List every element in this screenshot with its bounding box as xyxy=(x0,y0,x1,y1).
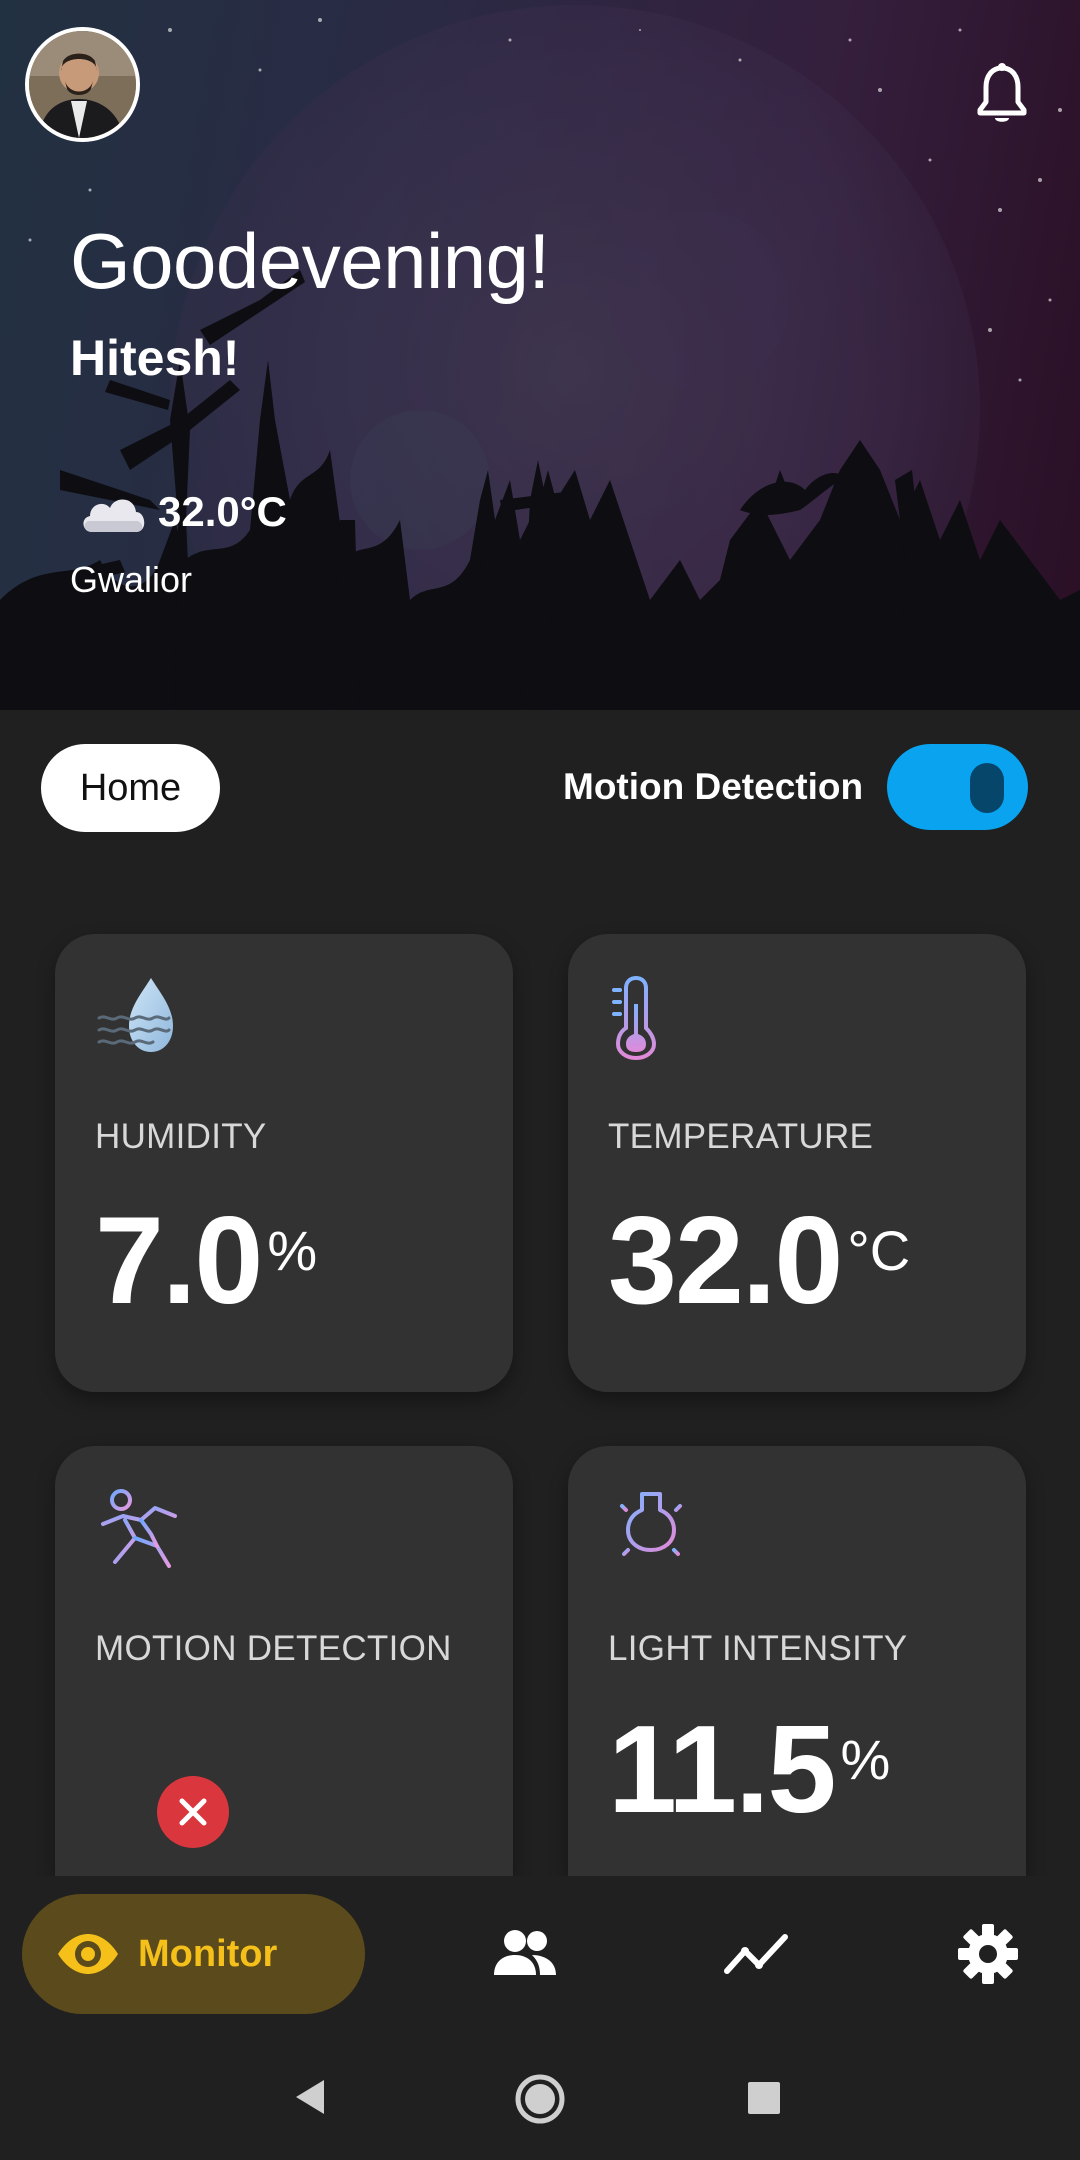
eye-icon xyxy=(58,1934,118,1974)
nav-monitor-label: Monitor xyxy=(138,1932,278,1975)
user-name: Hitesh! xyxy=(70,330,240,386)
back-icon[interactable] xyxy=(292,2076,328,2118)
humidity-value: 7.0 % xyxy=(95,1199,317,1323)
temperature-card[interactable]: TEMPERATURE 32.0 °C xyxy=(568,934,1026,1392)
bell-icon xyxy=(977,63,1027,122)
gear-icon[interactable] xyxy=(955,1921,1021,1987)
nav-monitor[interactable]: Monitor xyxy=(22,1894,365,2014)
cloud-icon xyxy=(83,499,145,532)
trend-icon[interactable] xyxy=(723,1921,789,1987)
city-name: Gwalior xyxy=(70,559,193,600)
temperature-value: 32.0 °C xyxy=(608,1199,910,1323)
light-intensity-label: LIGHT INTENSITY xyxy=(608,1629,908,1668)
recents-icon[interactable] xyxy=(746,2080,782,2116)
notification-button[interactable] xyxy=(975,62,1029,126)
person-photo-icon xyxy=(29,31,136,138)
weather-temperature: 32.0°C xyxy=(158,488,287,535)
light-intensity-value: 11.5 % xyxy=(608,1708,890,1832)
temperature-unit: °C xyxy=(847,1219,911,1282)
humidity-number: 7.0 xyxy=(95,1192,263,1330)
running-person-icon xyxy=(101,1489,177,1568)
greeting-text: Goodevening! xyxy=(70,217,550,305)
temperature-number: 32.0 xyxy=(608,1192,843,1330)
temperature-label: TEMPERATURE xyxy=(608,1117,874,1156)
bottom-navigation: Monitor xyxy=(0,1876,1080,2036)
weather-summary: 32.0°C xyxy=(78,488,287,536)
light-intensity-unit: % xyxy=(840,1728,891,1791)
light-intensity-number: 11.5 xyxy=(608,1701,836,1839)
home-circle-icon[interactable] xyxy=(513,2072,567,2126)
hero-header: Goodevening! Hitesh! 32.0°C Gwalior xyxy=(0,0,1080,710)
lightbulb-icon xyxy=(612,1492,690,1570)
motion-detection-toggle-label: Motion Detection xyxy=(563,766,864,807)
thermometer-icon xyxy=(612,975,657,1060)
humidity-label: HUMIDITY xyxy=(95,1117,267,1156)
profile-avatar[interactable] xyxy=(25,27,140,142)
motion-status-badge xyxy=(157,1776,229,1848)
people-icon[interactable] xyxy=(492,1921,558,1987)
humidity-icon xyxy=(97,978,173,1052)
toggle-knob xyxy=(970,763,1004,813)
close-icon xyxy=(179,1798,207,1826)
humidity-unit: % xyxy=(267,1219,318,1282)
motion-detection-label: MOTION DETECTION xyxy=(95,1629,452,1668)
light-intensity-card[interactable]: LIGHT INTENSITY 11.5 % xyxy=(568,1446,1026,1876)
home-chip[interactable]: Home xyxy=(41,744,220,832)
system-navigation-bar xyxy=(0,2036,1080,2160)
motion-detection-toggle[interactable] xyxy=(887,744,1028,830)
humidity-card[interactable]: HUMIDITY 7.0 % xyxy=(55,934,513,1392)
motion-detection-card[interactable]: MOTION DETECTION xyxy=(55,1446,513,1876)
